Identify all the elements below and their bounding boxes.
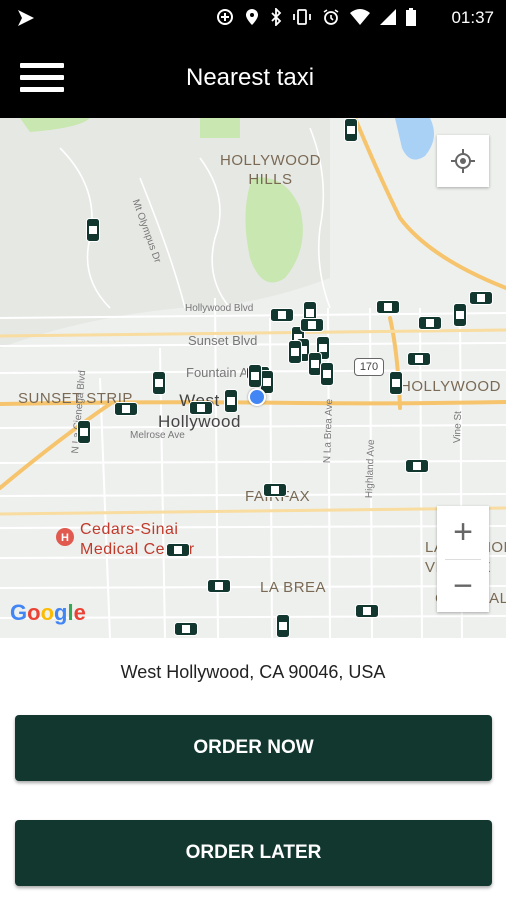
taxi-marker-icon[interactable] [344, 118, 358, 142]
taxi-marker-icon[interactable] [270, 308, 294, 322]
taxi-marker-icon[interactable] [405, 459, 429, 473]
svg-text:H: H [61, 532, 69, 544]
status-bar: 01:37 [0, 0, 506, 36]
map-view[interactable]: HOLLYWOOD HILLS SUNSET STRIP West Hollyw… [0, 118, 506, 638]
wifi-icon [350, 9, 370, 25]
status-icons [216, 8, 416, 26]
my-location-button[interactable] [437, 135, 489, 187]
vibrate-icon [293, 9, 311, 25]
taxi-marker-icon[interactable] [320, 362, 334, 386]
taxi-marker-icon[interactable] [224, 389, 238, 413]
taxi-marker-icon[interactable] [453, 303, 467, 327]
taxi-marker-icon[interactable] [355, 604, 379, 618]
street-la-brea: N La Brea Ave [322, 398, 336, 464]
location-icon [246, 9, 258, 25]
street-fountain-ave: Fountain Av [186, 365, 255, 380]
app-bar: Nearest taxi [0, 36, 506, 118]
taxi-marker-icon[interactable] [152, 371, 166, 395]
zoom-in-button[interactable]: + [437, 506, 489, 559]
zoom-out-button[interactable]: − [437, 560, 489, 613]
taxi-marker-icon[interactable] [189, 401, 213, 415]
label-hollywood: HOLLYWOOD [400, 378, 501, 395]
taxi-marker-icon[interactable] [418, 316, 442, 330]
page-title: Nearest taxi [186, 64, 315, 91]
street-sunset-blvd: Sunset Blvd [188, 333, 258, 348]
taxi-marker-icon[interactable] [114, 402, 138, 416]
street-melrose-ave: Melrose Ave [130, 430, 185, 441]
label-hollywood-hills: HOLLYWOOD HILLS [220, 152, 321, 188]
battery-icon [406, 8, 416, 26]
taxi-marker-icon[interactable] [207, 579, 231, 593]
street-hollywood-blvd: Hollywood Blvd [185, 303, 254, 314]
bluetooth-icon [271, 8, 282, 26]
current-address: West Hollywood, CA 90046, USA [120, 662, 386, 682]
taxi-marker-icon[interactable] [300, 318, 324, 332]
taxi-marker-icon[interactable] [389, 371, 403, 395]
google-logo: Google [10, 600, 86, 625]
data-saver-icon [217, 9, 233, 25]
taxi-marker-icon[interactable] [288, 340, 302, 364]
taxi-marker-icon[interactable] [407, 352, 431, 366]
taxi-marker-icon[interactable] [376, 300, 400, 314]
order-later-button[interactable]: ORDER LATER [15, 820, 492, 886]
taxi-marker-icon[interactable] [248, 364, 262, 388]
street-vine: Vine St [452, 410, 465, 444]
signal-icon [380, 9, 396, 25]
taxi-marker-icon[interactable] [77, 420, 91, 444]
hospital-icon: H [56, 528, 74, 546]
order-now-button[interactable]: ORDER NOW [15, 715, 492, 781]
status-time: 01:37 [451, 8, 494, 27]
zoom-controls: + − [437, 506, 489, 612]
route-170-shield: 170 [354, 358, 384, 376]
app-notification-icon [18, 10, 34, 26]
hamburger-menu-icon[interactable] [20, 63, 64, 93]
taxi-marker-icon[interactable] [469, 291, 493, 305]
taxi-marker-icon[interactable] [276, 614, 290, 638]
street-highland: Highland Ave [364, 439, 378, 499]
label-la-brea: LA BREA [260, 579, 327, 596]
taxi-marker-icon[interactable] [263, 483, 287, 497]
taxi-marker-icon[interactable] [86, 218, 100, 242]
my-location-icon [451, 149, 475, 173]
alarm-icon [323, 9, 339, 25]
user-location-dot [248, 388, 266, 406]
taxi-marker-icon[interactable] [174, 622, 198, 636]
taxi-marker-icon[interactable] [166, 543, 190, 557]
